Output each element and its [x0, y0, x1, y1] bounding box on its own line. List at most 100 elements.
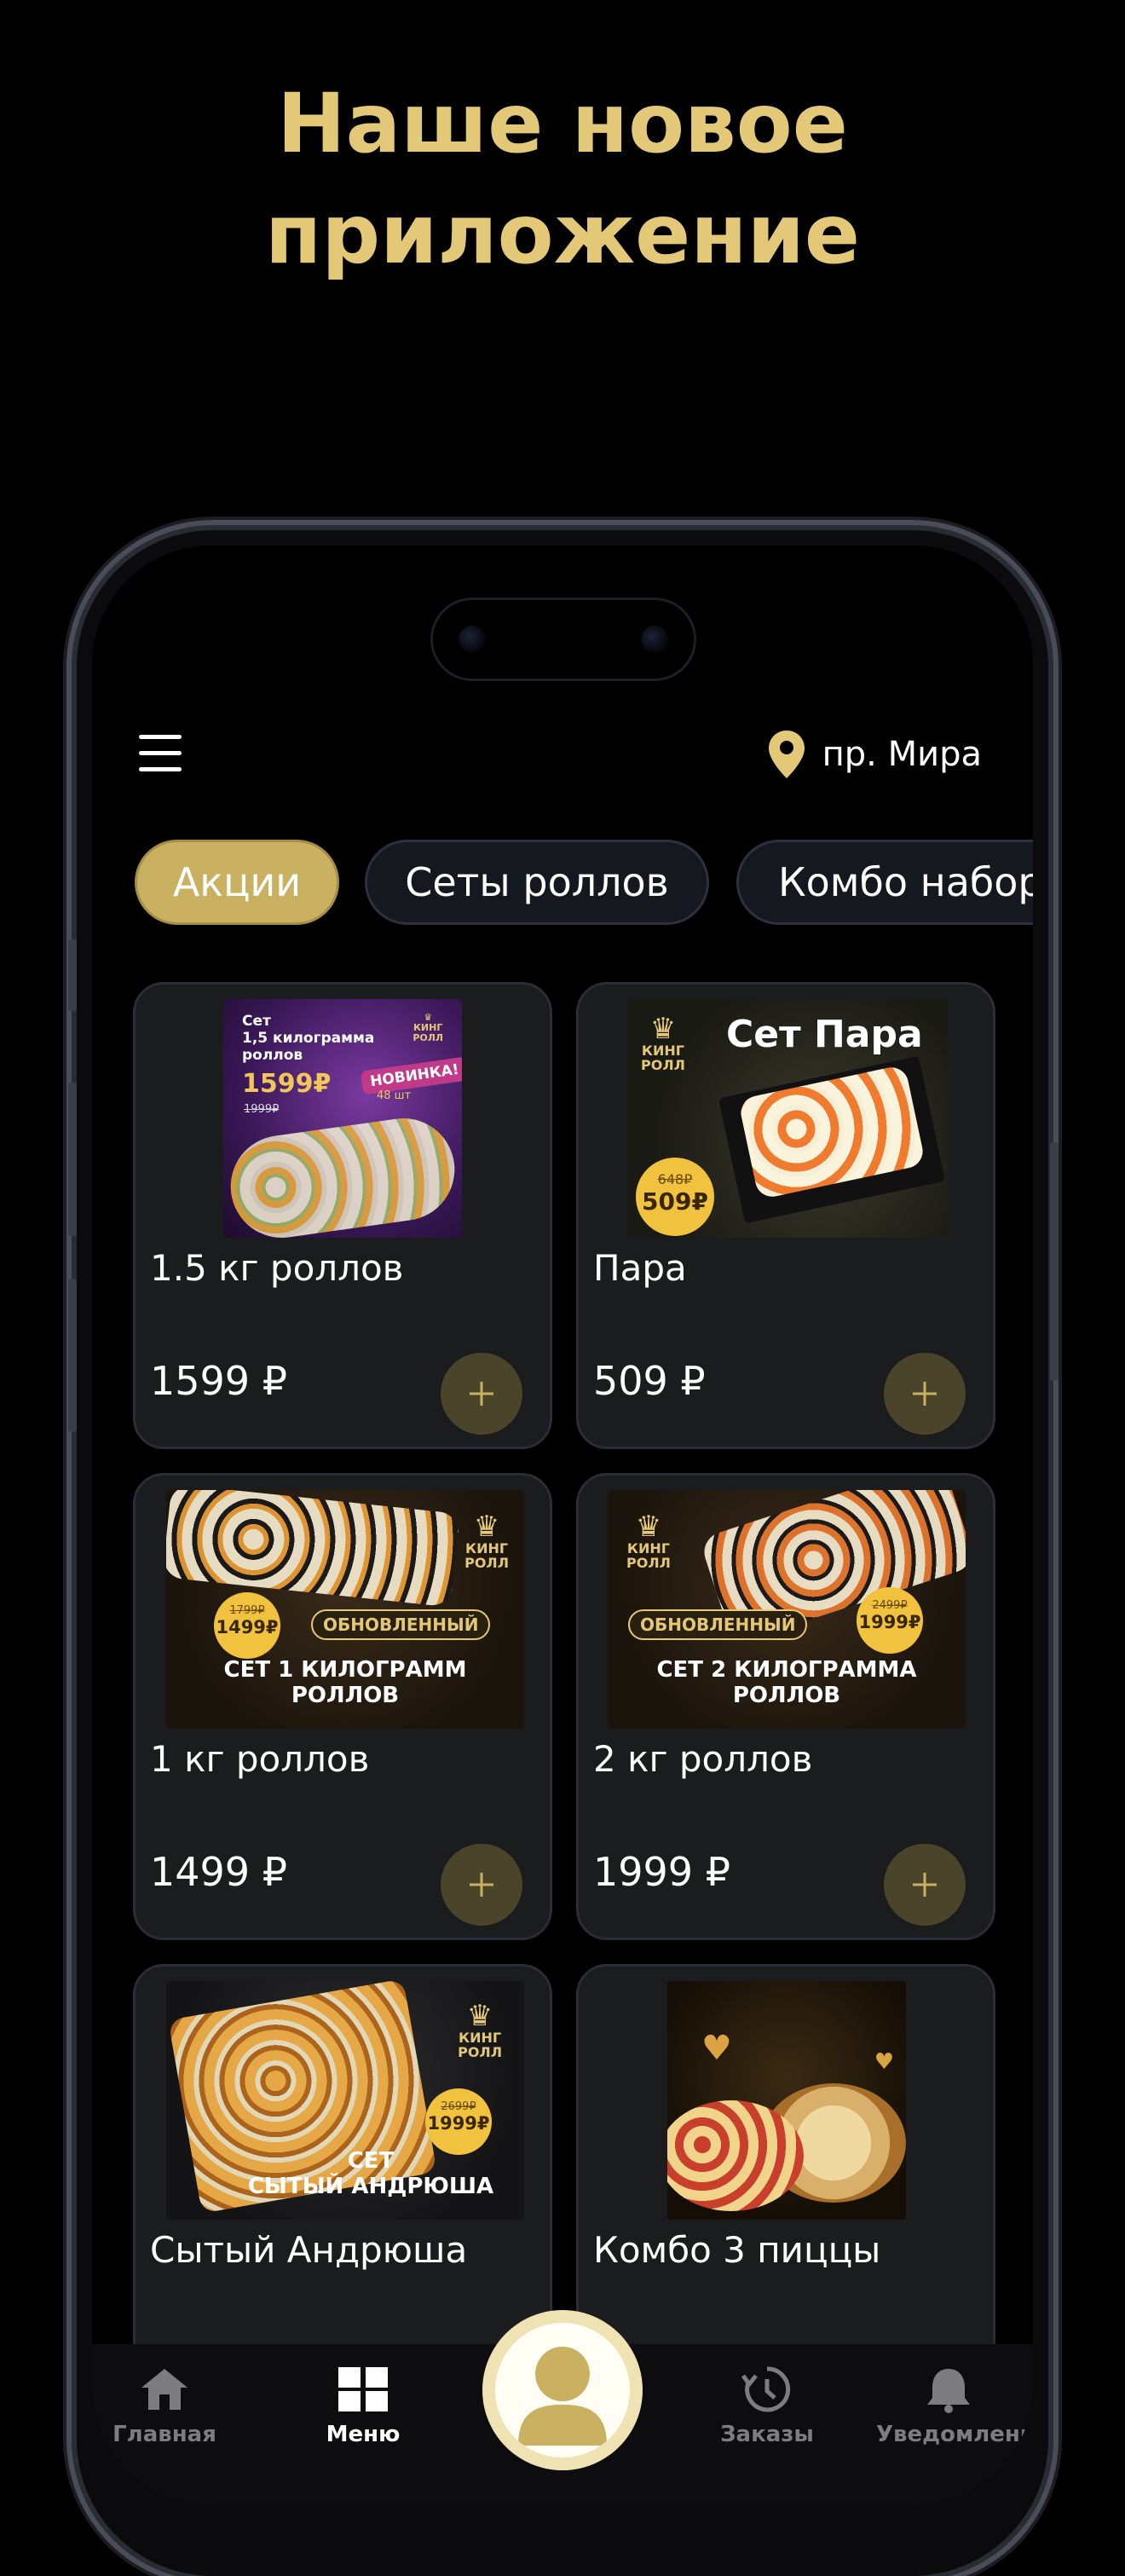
tab-menu[interactable]: Меню [291, 2365, 436, 2447]
image-title: СЕТ 1 КИЛОГРАММ [223, 1657, 467, 1683]
price-sticker: 1799₽ 1499₽ [214, 1592, 280, 1659]
plus-icon [470, 1873, 493, 1897]
product-name: Пара [593, 1247, 687, 1289]
image-badge: НОВИНКА! [360, 1056, 462, 1095]
brand-text: КИНГ [465, 1540, 509, 1557]
price-sticker: 2699₽ 1999₽ [425, 2088, 492, 2155]
add-to-cart-button[interactable] [441, 1353, 522, 1435]
image-title: СЕТ 2 КИЛОГРАММА [656, 1657, 917, 1683]
product-image: Сет 1,5 килограмма роллов 1599₽ 1999₽ НО… [223, 999, 462, 1238]
product-image: ♛ КИНГ РОЛЛ 2499₽ 1999₽ ОБНОВЛЕННЫЙ СЕТ … [608, 1490, 966, 1729]
promo-headline-line1: Наше новое [277, 76, 848, 171]
rolls-photo [223, 1112, 462, 1238]
phone-volume-down-button [68, 1279, 77, 1432]
crown-icon: ♛ [473, 1510, 500, 1544]
rolls-photo [166, 1490, 460, 1608]
location-selector[interactable]: пр. Мира [766, 729, 982, 780]
image-title: СЕТ [347, 2148, 395, 2174]
image-title: РОЛЛОВ [732, 1683, 841, 1708]
brand-text: РОЛЛ [641, 1057, 685, 1073]
image-title: СЫТЫЙ АНДРЮША [247, 2174, 494, 2199]
map-pin-icon [768, 731, 805, 778]
home-icon [141, 2369, 188, 2410]
heart-icon: ♥ [701, 2029, 732, 2068]
plus-icon [470, 1382, 493, 1406]
image-price-new: 1999₽ [858, 1612, 921, 1632]
brand-text: КИНГ [626, 1540, 670, 1557]
crown-icon: ♛ [466, 1999, 493, 2033]
pizza-photo [667, 2100, 804, 2211]
image-price-new: 1499₽ [216, 1617, 279, 1637]
tab-menu-label: Меню [326, 2422, 401, 2447]
plus-icon [913, 1382, 937, 1406]
image-title: РОЛЛОВ [291, 1683, 400, 1708]
add-to-cart-button[interactable] [441, 1844, 522, 1926]
brand-text: РОЛЛ [458, 2044, 502, 2060]
product-image: ♛ КИНГ РОЛЛ 2699₽ 1999₽ СЕТ СЫТЫЙ АНДРЮШ… [166, 1981, 524, 2220]
product-name: Сытый Андрюша [150, 2229, 468, 2271]
image-badge-sub: 48 шт [377, 1089, 412, 1102]
grid-icon [338, 2367, 388, 2411]
hamburger-icon[interactable] [139, 735, 182, 772]
product-image: ♛ КИНГ РОЛЛ 1799₽ 1499₽ ОБНОВЛЕННЫЙ СЕТ … [166, 1490, 524, 1729]
product-name: 1.5 кг роллов [150, 1247, 404, 1289]
price-sticker: 648₽ 509₽ [636, 1158, 714, 1236]
user-avatar-icon [518, 2347, 607, 2446]
add-to-cart-button[interactable] [884, 1353, 966, 1435]
chip-roll-sets[interactable]: Сеты роллов [365, 840, 709, 925]
tab-home-label: Главная [112, 2422, 216, 2447]
bell-icon [927, 2369, 970, 2413]
image-price-new: 1599₽ [242, 1069, 332, 1099]
product-card[interactable]: ♛ КИНГ РОЛЛ 2499₽ 1999₽ ОБНОВЛЕННЫЙ СЕТ … [576, 1473, 995, 1940]
brand-text: РОЛЛ [412, 1032, 443, 1043]
image-title: Сет Пара [726, 1013, 923, 1056]
product-image: Сет Пара ♛ КИНГ РОЛЛ 648₽ 509₽ [627, 999, 948, 1238]
brand-text: РОЛЛ [464, 1555, 509, 1571]
dynamic-island [433, 600, 694, 679]
product-price: 509 ₽ [593, 1358, 706, 1404]
camera-lens-icon [459, 626, 486, 653]
phone-volume-up-button [68, 1083, 77, 1236]
image-price-old: 648₽ [657, 1171, 693, 1187]
profile-button[interactable] [482, 2310, 643, 2470]
heart-icon: ♥ [874, 2049, 894, 2075]
brand-text: КИНГ [641, 1043, 684, 1059]
image-price-new: 1999₽ [427, 2113, 490, 2134]
tab-notifications-label: Уведомления [876, 2422, 1033, 2447]
brand-text: КИНГ [459, 2030, 502, 2046]
image-ribbon: ОБНОВЛЕННЫЙ [628, 1609, 808, 1640]
product-name: 2 кг роллов [593, 1738, 813, 1780]
product-price: 1499 ₽ [150, 1849, 287, 1895]
product-price: 1999 ₽ [593, 1849, 730, 1895]
tab-notifications[interactable]: Уведомления [876, 2365, 1033, 2447]
tab-orders-label: Заказы [720, 2422, 814, 2447]
sensor-icon [641, 626, 668, 653]
location-label: пр. Мира [822, 735, 982, 774]
product-name: 1 кг роллов [150, 1738, 370, 1780]
category-chips: Акции Сеты роллов Комбо набор [135, 840, 1033, 929]
brand-text: РОЛЛ [626, 1555, 671, 1571]
history-icon [741, 2366, 791, 2412]
chip-combo-sets[interactable]: Комбо набор [736, 840, 1033, 925]
phone-side-button [68, 939, 77, 1011]
price-sticker: 2499₽ 1999₽ [857, 1587, 923, 1654]
image-text: роллов [242, 1047, 303, 1064]
image-price-old: 2699₽ [441, 2100, 476, 2113]
product-card[interactable]: Сет 1,5 килограмма роллов 1599₽ 1999₽ НО… [133, 982, 552, 1449]
image-price-old: 1999₽ [244, 1103, 280, 1116]
tab-home[interactable]: Главная [92, 2365, 237, 2447]
image-price-old: 1799₽ [229, 1604, 265, 1617]
product-card[interactable]: Сет Пара ♛ КИНГ РОЛЛ 648₽ 509₽ Пара 509 … [576, 982, 995, 1449]
image-text: 1,5 килограмма [242, 1030, 375, 1047]
promo-headline-line2: приложение [265, 187, 860, 282]
product-card[interactable]: ♛ КИНГ РОЛЛ 1799₽ 1499₽ ОБНОВЛЕННЫЙ СЕТ … [133, 1473, 552, 1940]
tab-orders[interactable]: Заказы [695, 2365, 839, 2447]
promo-headline: Наше новое приложение [0, 68, 1125, 290]
plus-icon [913, 1873, 937, 1897]
add-to-cart-button[interactable] [884, 1844, 966, 1926]
crown-icon: ♛ [635, 1510, 662, 1544]
image-price-old: 2499₽ [872, 1599, 908, 1612]
product-image: ♥ ♥ [667, 1981, 906, 2220]
app-screen: пр. Мира Акции Сеты роллов Комбо набор С… [92, 546, 1033, 2506]
chip-promotions[interactable]: Акции [135, 840, 339, 925]
